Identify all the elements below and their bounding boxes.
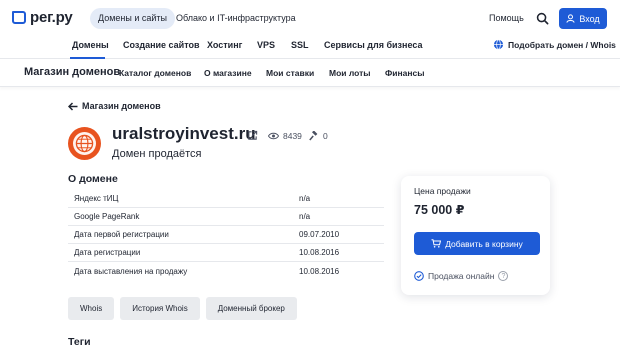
- whois-history-button[interactable]: История Whois: [120, 297, 200, 320]
- eye-icon: [268, 132, 279, 140]
- table-row: Дата выставления на продажу 10.08.2016: [68, 262, 384, 280]
- row-key: Дата регистрации: [74, 248, 141, 257]
- globe-icon: [75, 134, 94, 153]
- tab-site-builder[interactable]: Создание сайтов: [123, 40, 200, 50]
- nav-pill-domains-sites[interactable]: Домены и сайты: [90, 8, 175, 29]
- login-label: Вход: [579, 13, 600, 24]
- user-icon: [566, 14, 575, 23]
- logo[interactable]: рег.ру: [12, 9, 73, 26]
- external-link-icon[interactable]: [247, 130, 258, 141]
- domain-avatar: [68, 127, 101, 160]
- sale-price-label: Цена продажи: [414, 186, 471, 196]
- globe-icon: [493, 39, 504, 50]
- market-item-finance[interactable]: Финансы: [385, 68, 424, 78]
- table-row: Дата первой регистрации 09.07.2010: [68, 226, 384, 244]
- gavel-icon: [309, 131, 318, 141]
- search-icon[interactable]: [536, 12, 549, 25]
- views-counter: 8439: [268, 131, 302, 141]
- online-sale-label: Продажа онлайн: [428, 271, 495, 281]
- login-button[interactable]: Вход: [559, 8, 607, 29]
- about-table: Яндекс тИЦ n/a Google PageRank n/a Дата …: [68, 190, 384, 280]
- logo-icon: [12, 11, 26, 24]
- market-item-about[interactable]: О магазине: [204, 68, 252, 78]
- about-title: О домене: [68, 173, 118, 185]
- market-item-my-bids[interactable]: Мои ставки: [266, 68, 314, 78]
- tab-hosting[interactable]: Хостинг: [207, 40, 242, 50]
- add-to-cart-button[interactable]: Добавить в корзину: [414, 232, 540, 255]
- sale-price: 75 000 ₽: [414, 203, 465, 217]
- market-title[interactable]: Магазин доменов: [24, 66, 120, 78]
- pick-domain-label: Подобрать домен / Whois: [508, 39, 616, 50]
- help-icon[interactable]: ?: [498, 271, 509, 281]
- market-item-my-lots[interactable]: Мои лоты: [329, 68, 371, 78]
- row-value: n/a: [299, 212, 311, 221]
- market-item-catalog[interactable]: Каталог доменов: [119, 68, 191, 78]
- sale-status: Домен продаётся: [112, 148, 202, 160]
- add-to-cart-label: Добавить в корзину: [445, 238, 523, 249]
- top-bar: рег.ру Домены и сайты Облако и IT-инфрас…: [0, 0, 620, 37]
- domain-broker-button[interactable]: Доменный брокер: [205, 297, 297, 320]
- logo-text: рег.ру: [30, 9, 73, 26]
- pick-domain-link[interactable]: Подобрать домен / Whois: [493, 39, 616, 50]
- tab-ssl[interactable]: SSL: [291, 40, 309, 50]
- check-circle-icon: [414, 271, 424, 281]
- arrow-left-icon: [68, 101, 78, 111]
- sale-card: Цена продажи 75 000 ₽ Добавить в корзину…: [401, 176, 550, 295]
- whois-button[interactable]: Whois: [68, 297, 115, 320]
- help-link[interactable]: Помощь: [489, 13, 524, 23]
- tags-title: Теги: [68, 336, 91, 348]
- tab-domains[interactable]: Домены: [72, 40, 109, 50]
- row-value: n/a: [299, 194, 311, 203]
- tab-business-services[interactable]: Сервисы для бизнеса: [324, 40, 422, 50]
- views-count: 8439: [283, 131, 302, 141]
- row-key: Дата выставления на продажу: [74, 266, 188, 276]
- table-row: Google PageRank n/a: [68, 208, 384, 226]
- market-nav: Магазин доменов Каталог доменов О магази…: [0, 59, 620, 87]
- domain-name: uralstroyinvest.ru: [112, 124, 256, 143]
- back-label: Магазин доменов: [82, 101, 161, 111]
- online-sale: Продажа онлайн ?: [414, 271, 509, 281]
- tab-vps[interactable]: VPS: [257, 40, 275, 50]
- row-key: Google PageRank: [74, 212, 140, 221]
- row-value: 10.08.2016: [299, 248, 340, 257]
- row-key: Дата первой регистрации: [74, 230, 169, 239]
- bids-count: 0: [323, 131, 328, 141]
- domain-actions: Whois История Whois Доменный брокер: [68, 297, 297, 320]
- nav-pill-cloud[interactable]: Облако и IT-инфраструктура: [168, 8, 304, 29]
- row-key: Яндекс тИЦ: [74, 194, 119, 203]
- cart-icon: [431, 239, 442, 248]
- bids-counter: 0: [309, 131, 328, 141]
- table-row: Яндекс тИЦ n/a: [68, 190, 384, 208]
- back-link[interactable]: Магазин доменов: [68, 101, 161, 111]
- row-value: 10.08.2016: [299, 266, 340, 276]
- table-row: Дата регистрации 10.08.2016: [68, 244, 384, 262]
- row-value: 09.07.2010: [299, 230, 340, 239]
